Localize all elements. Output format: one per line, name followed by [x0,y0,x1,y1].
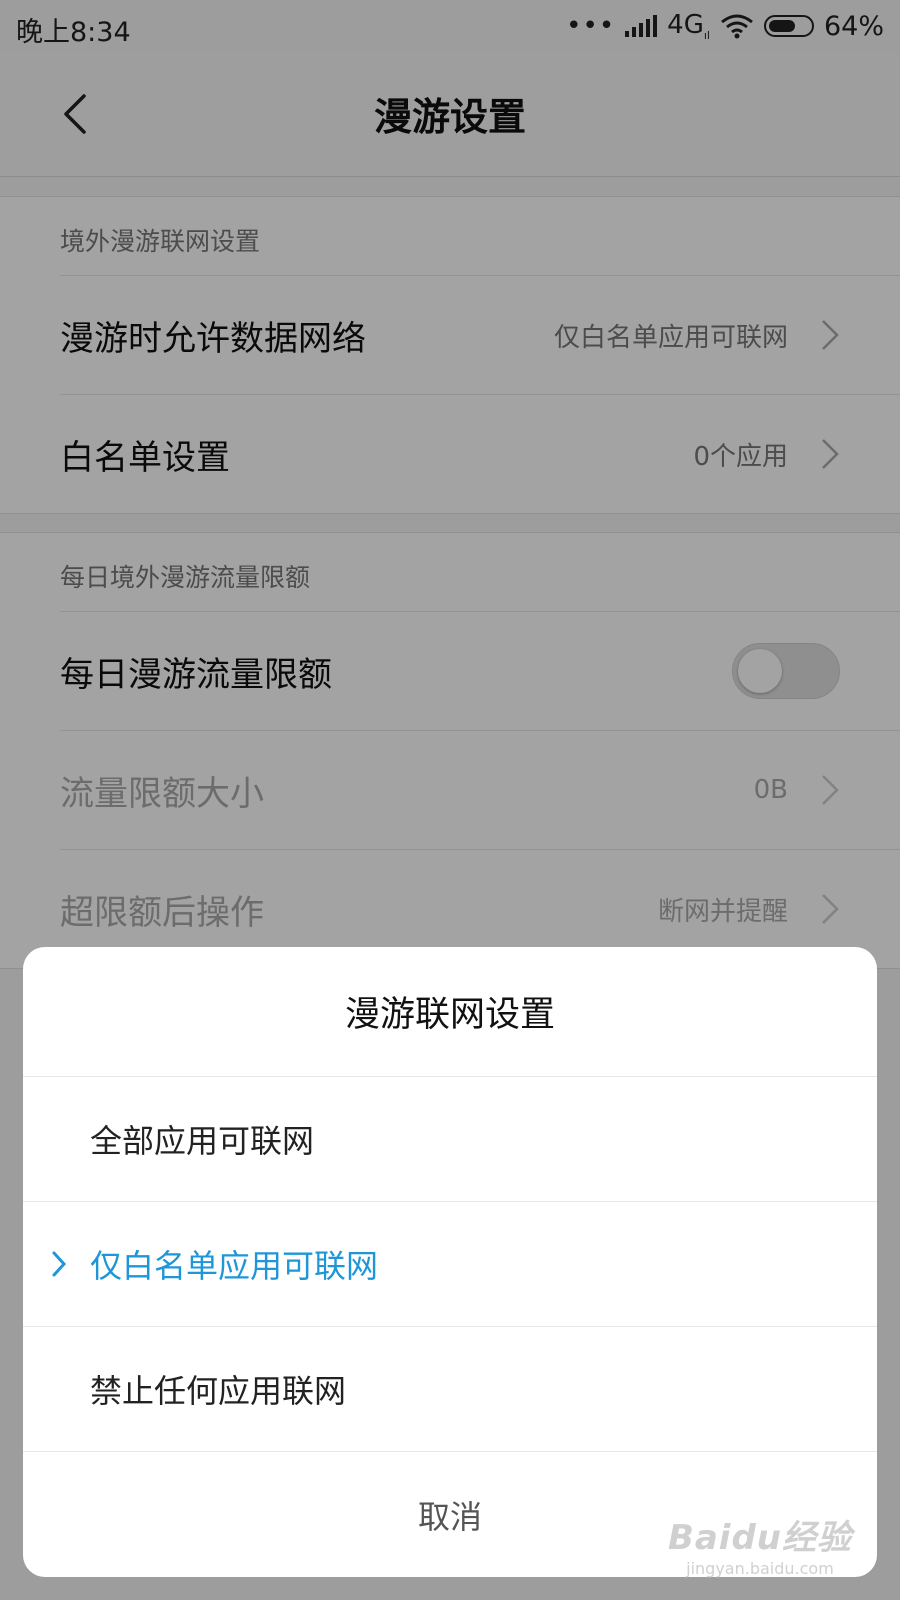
option-label: 禁止任何应用联网 [90,1372,347,1410]
option-whitelist-only[interactable]: 仅白名单应用可联网 [23,1202,877,1327]
dialog-title: 漫游联网设置 [23,947,877,1077]
watermark-logo: Baidu经验 [667,1518,852,1558]
option-block-all[interactable]: 禁止任何应用联网 [23,1327,877,1452]
watermark-url: jingyan.baidu.com [686,1559,834,1578]
option-all-apps[interactable]: 全部应用可联网 [23,1077,877,1202]
roaming-network-dialog: 漫游联网设置 全部应用可联网 仅白名单应用可联网 禁止任何应用联网 取消 [23,947,877,1577]
screen: 晚上8:34 ••• 4Gıl 64% 漫游设置 境外漫游联网设置 漫游时允许数… [0,0,900,1600]
option-label: 仅白名单应用可联网 [90,1247,379,1285]
selected-chevron-icon [52,1251,67,1277]
option-label: 全部应用可联网 [90,1122,315,1160]
baidu-watermark: Baidu经验 jingyan.baidu.com [668,1510,852,1578]
